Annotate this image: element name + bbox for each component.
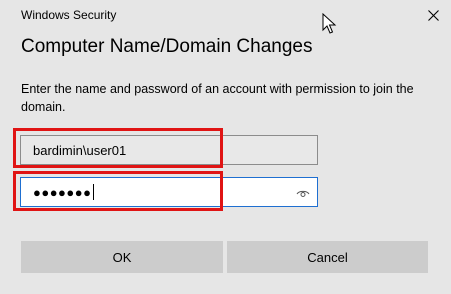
app-title: Windows Security <box>21 8 117 22</box>
close-button[interactable] <box>415 0 451 30</box>
windows-security-dialog: Windows Security Computer Name/Domain Ch… <box>0 0 451 294</box>
password-masked-value: ●●●●●●● <box>33 184 92 200</box>
dialog-message: Enter the name and password of an accoun… <box>21 82 414 114</box>
mouse-pointer-icon <box>322 13 337 34</box>
cancel-button[interactable]: Cancel <box>227 241 428 273</box>
close-icon <box>427 9 439 21</box>
text-caret <box>93 184 95 200</box>
username-field[interactable]: bardimin\user01 <box>20 135 318 165</box>
title-bar: Windows Security <box>0 0 451 30</box>
dialog-title: Computer Name/Domain Changes <box>21 36 313 57</box>
ok-button[interactable]: OK <box>21 241 223 273</box>
eye-icon[interactable] <box>296 186 310 200</box>
password-field[interactable]: ●●●●●●● <box>20 177 318 207</box>
username-value: bardimin\user01 <box>33 142 127 158</box>
